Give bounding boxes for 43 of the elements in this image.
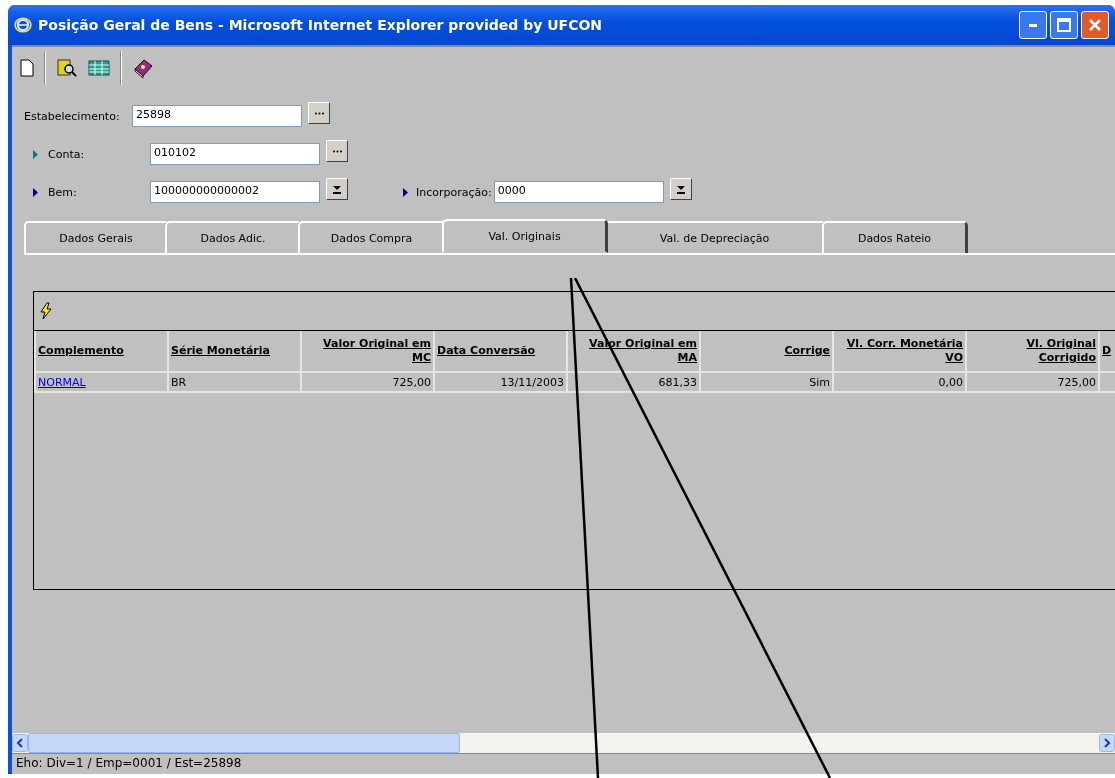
text-field[interactable]: 100000000000002	[150, 181, 320, 203]
text-field[interactable]: 25898	[132, 105, 302, 127]
search-icon[interactable]	[56, 57, 78, 79]
lookup-button[interactable]	[308, 102, 330, 124]
table-cell: 725,00	[1057, 375, 1096, 389]
table-cell: 681,33	[658, 375, 697, 389]
scroll-thumb[interactable]	[28, 733, 460, 753]
horizontal-scrollbar[interactable]	[12, 733, 1115, 753]
scroll-right-icon[interactable]	[1099, 734, 1115, 752]
caret-icon	[332, 184, 342, 194]
maximize-icon	[1057, 18, 1071, 32]
close-icon	[1088, 18, 1102, 32]
table-cell: Sim	[809, 375, 830, 389]
table-cell: 725,00	[392, 375, 431, 389]
scroll-left-icon[interactable]	[12, 734, 28, 752]
book-icon[interactable]	[132, 57, 154, 79]
dropdown-button[interactable]	[669, 178, 692, 200]
minimize-icon	[1029, 23, 1037, 27]
window-title: Posição Geral de Bens - Microsoft Internet Explorer provided by UFCON	[38, 17, 604, 33]
lookup-button[interactable]	[326, 140, 348, 162]
minimize-button[interactable]	[1019, 11, 1047, 39]
lightning-icon[interactable]	[40, 302, 52, 320]
tab[interactable]: Dados Rateio	[822, 221, 968, 253]
close-button[interactable]	[1081, 11, 1109, 39]
table-icon[interactable]	[88, 60, 110, 76]
field-label: Bem:	[47, 185, 78, 199]
table-cell: 0,00	[938, 375, 963, 389]
dropdown-button[interactable]	[326, 178, 348, 200]
tab[interactable]: Val. Originais	[442, 219, 608, 253]
new-page-icon[interactable]	[20, 59, 34, 77]
status-text: Eho: Div=1 / Emp=0001 / Est=25898	[16, 756, 242, 770]
ellipsis-icon	[332, 149, 342, 153]
browser-logo-icon	[14, 16, 32, 34]
field-label: Estabelecimento:	[24, 109, 121, 123]
ellipsis-icon	[314, 111, 324, 115]
field-label: Incorporação:	[415, 185, 493, 199]
table-cell: 13/11/2003	[500, 375, 564, 389]
table-cell: BR	[171, 375, 187, 389]
field-label: Conta:	[47, 147, 86, 161]
maximize-button[interactable]	[1050, 11, 1078, 39]
text-field[interactable]: 010102	[150, 143, 320, 165]
caret-icon	[675, 184, 686, 194]
text-field[interactable]: 0000	[493, 181, 664, 203]
